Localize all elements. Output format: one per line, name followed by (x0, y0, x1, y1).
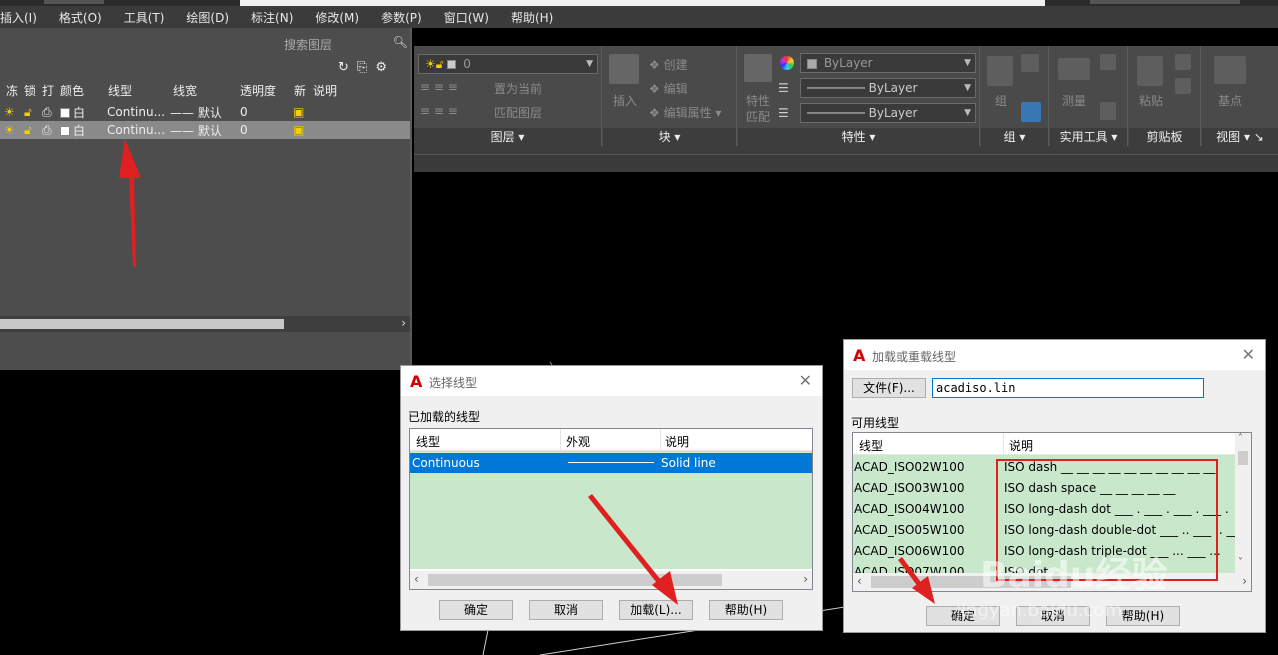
arrow-shaft-2 (588, 494, 665, 588)
arrowhead-1 (119, 139, 141, 178)
arrow-shaft-1 (129, 178, 136, 267)
annotation-arrows (119, 139, 935, 605)
